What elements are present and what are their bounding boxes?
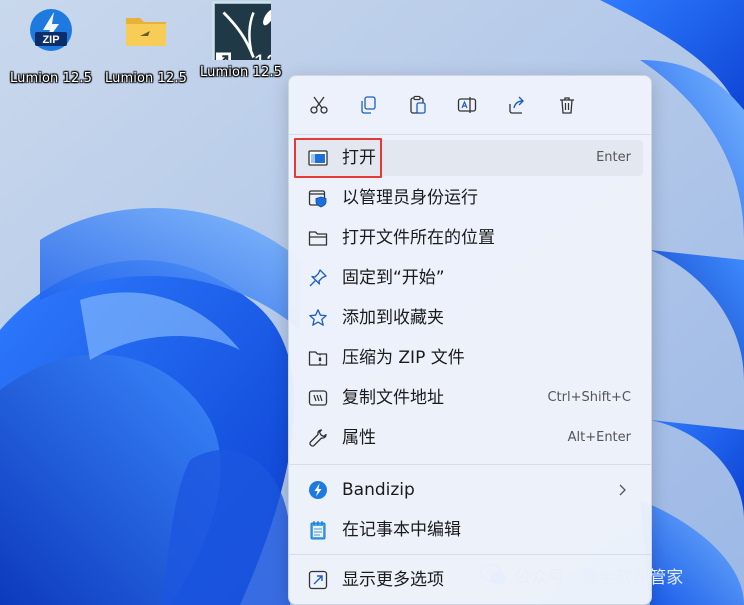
admin-shield-icon: [308, 188, 328, 208]
copy-icon: [361, 96, 376, 114]
paste-icon: [410, 95, 426, 114]
cut-button[interactable]: [307, 93, 331, 117]
menu-item-label: 以管理员身份运行: [342, 188, 478, 208]
svg-text:ZIP: ZIP: [42, 34, 59, 46]
pin-icon: [308, 268, 328, 288]
share-button[interactable]: [505, 93, 529, 117]
menu-item-compress-zip[interactable]: 压缩为 ZIP 文件: [295, 340, 643, 376]
share-icon: [509, 96, 524, 114]
context-menu-toolbar: [289, 76, 651, 134]
desktop-icon-label: Lumion 12.5: [105, 71, 187, 86]
menu-item-edit-in-notepad[interactable]: 在记事本中编辑: [295, 512, 643, 548]
menu-item-run-as-admin[interactable]: 以管理员身份运行: [295, 180, 643, 216]
menu-item-shortcut: Enter: [596, 150, 631, 165]
bandizip-icon: [308, 480, 328, 500]
menu-item-open-file-location[interactable]: 打开文件所在的位置: [295, 220, 643, 256]
menu-item-label: 固定到“开始”: [342, 268, 445, 288]
menu-item-bandizip[interactable]: Bandizip: [295, 472, 643, 508]
lumion-shortcut-icon: 12: [212, 1, 271, 60]
menu-item-copy-path[interactable]: 复制文件地址 Ctrl+Shift+C: [295, 380, 643, 416]
folder-icon: [126, 18, 166, 46]
menu-item-label: 在记事本中编辑: [342, 520, 461, 540]
menu-item-shortcut: Ctrl+Shift+C: [547, 390, 631, 405]
menu-divider: [289, 464, 651, 465]
delete-button[interactable]: [555, 93, 579, 117]
menu-item-properties[interactable]: 属性 Alt+Enter: [295, 420, 643, 456]
folder-outline-icon: [308, 228, 328, 248]
menu-item-pin-to-start[interactable]: 固定到“开始”: [295, 260, 643, 296]
desktop-icon-folder[interactable]: Lumion 12.5: [98, 6, 194, 90]
menu-item-label: 复制文件地址: [342, 388, 444, 408]
rename-icon: [457, 97, 477, 113]
menu-item-label: 打开文件所在的位置: [342, 228, 495, 248]
desktop-icon-label: Lumion 12.5: [10, 71, 92, 86]
menu-divider: [289, 134, 651, 135]
menu-divider: [289, 554, 651, 555]
menu-item-label: 显示更多选项: [342, 570, 444, 590]
cut-icon: [310, 96, 328, 114]
svg-text:12: 12: [253, 50, 271, 60]
copy-path-icon: [308, 388, 328, 408]
desktop-icon-zip[interactable]: ZIP Lumion 12.5: [3, 6, 99, 90]
chevron-right-icon: [619, 484, 626, 496]
menu-item-add-to-favorites[interactable]: 添加到收藏夹: [295, 300, 643, 336]
watermark-text: 公众号 · 最全软件管家: [514, 567, 684, 588]
menu-item-label: 压缩为 ZIP 文件: [342, 348, 465, 368]
menu-item-label: 添加到收藏夹: [342, 308, 444, 328]
delete-icon: [560, 97, 574, 114]
highlight-box: [294, 138, 382, 178]
context-menu: 打开 Enter 以管理员身份运行 打开文件所在的位置 固定到“开始” 添加到收…: [288, 75, 652, 605]
menu-item-shortcut: Alt+Enter: [567, 430, 631, 445]
watermark: 公众号 · 最全软件管家: [480, 562, 683, 588]
wechat-icon: [480, 564, 506, 585]
desktop-icon-label: Lumion 12.5: [200, 65, 282, 80]
wrench-icon: [308, 428, 328, 448]
zip-archive-icon: ZIP: [30, 9, 72, 51]
paste-button[interactable]: [406, 93, 430, 117]
desktop-icon-lumion[interactable]: 12 Lumion 12.5: [193, 1, 289, 90]
menu-item-label: 属性: [342, 428, 376, 448]
more-options-icon: [308, 570, 328, 590]
star-icon: [308, 308, 328, 328]
notepad-icon: [308, 520, 328, 540]
zip-folder-icon: [308, 348, 328, 368]
rename-button[interactable]: [455, 93, 479, 117]
copy-button[interactable]: [356, 93, 380, 117]
menu-item-label: Bandizip: [342, 480, 415, 500]
